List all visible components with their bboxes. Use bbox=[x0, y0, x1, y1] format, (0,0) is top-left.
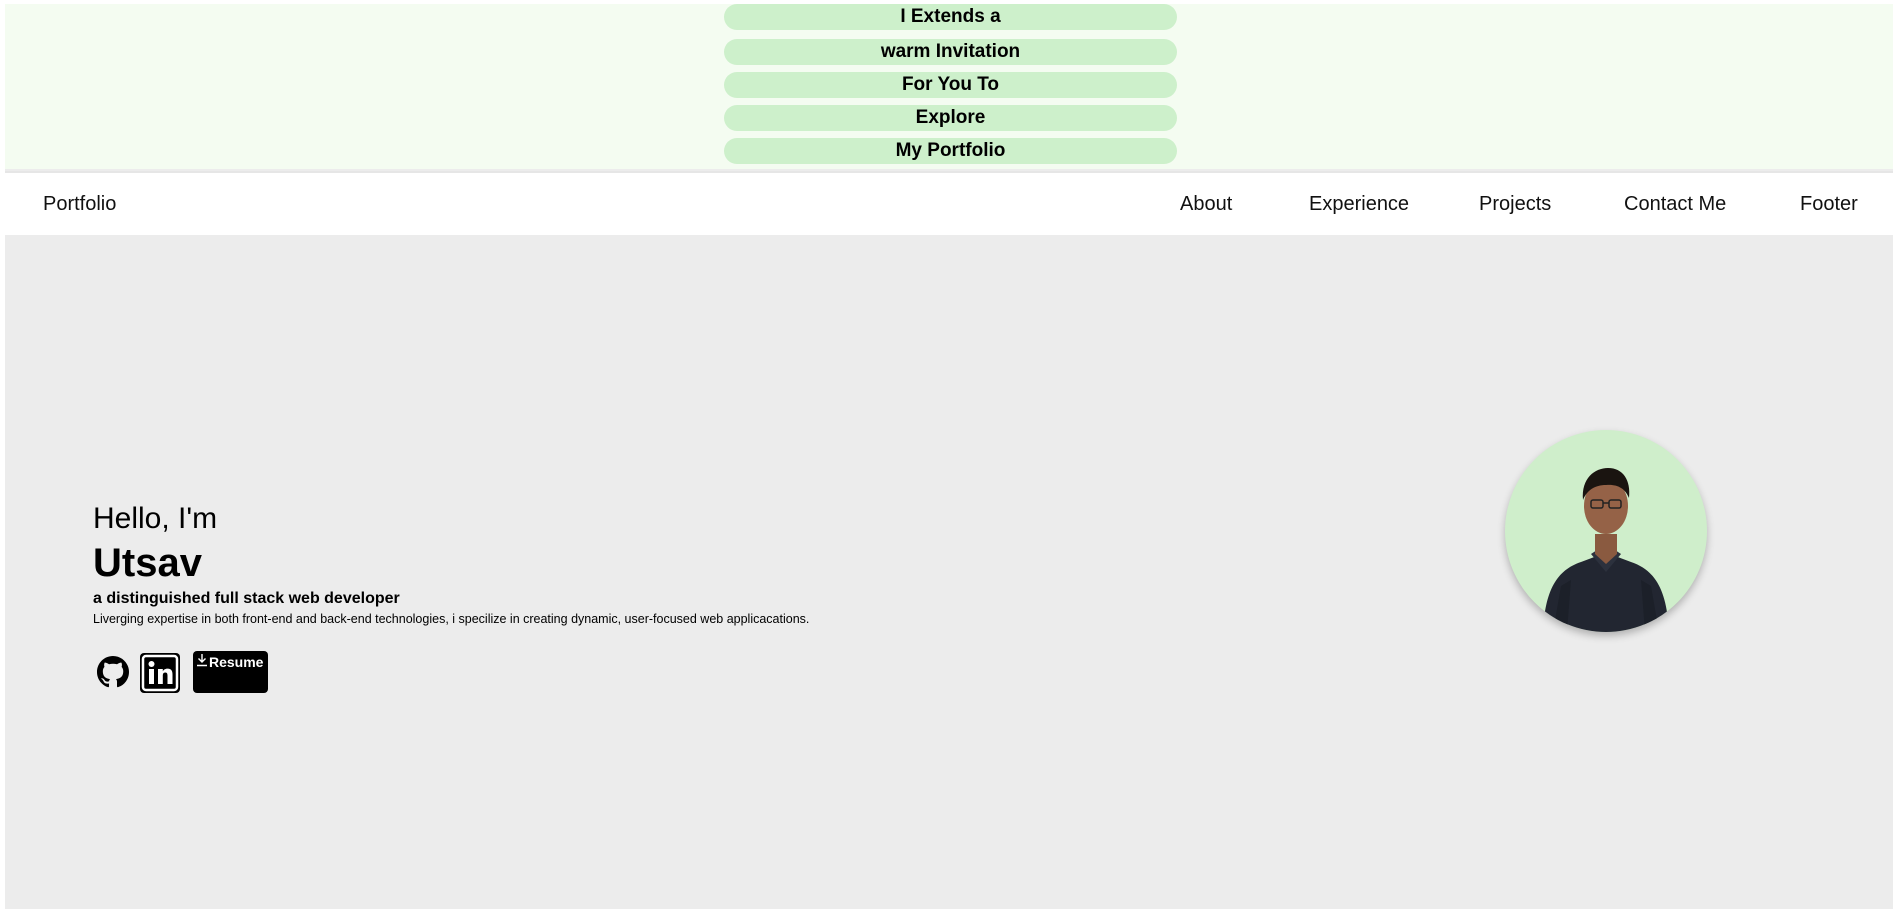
brand-logo[interactable]: Portfolio bbox=[43, 173, 116, 235]
resume-label: Resume bbox=[209, 654, 264, 670]
linkedin-icon[interactable] bbox=[140, 653, 180, 693]
resume-download-button[interactable]: Resume bbox=[193, 651, 268, 693]
nav-item-contact-me[interactable]: Contact Me bbox=[1624, 173, 1726, 235]
github-icon[interactable] bbox=[97, 656, 129, 688]
hero-greeting: Hello, I'm bbox=[93, 502, 218, 535]
navbar: Portfolio About Experience Projects Cont… bbox=[5, 171, 1893, 235]
page: I Extends a warm Invitation For You To E… bbox=[5, 4, 1893, 909]
nav-item-about[interactable]: About bbox=[1180, 173, 1232, 235]
hero-description: Liverging expertise in both front-end an… bbox=[93, 612, 810, 626]
invitation-line: warm Invitation bbox=[724, 39, 1177, 65]
nav-item-experience[interactable]: Experience bbox=[1309, 173, 1409, 235]
invitation-banner: I Extends a warm Invitation For You To E… bbox=[5, 4, 1893, 169]
hero-intro: Hello, I'm Utsav a distinguished full st… bbox=[93, 499, 809, 627]
profile-avatar bbox=[1505, 430, 1707, 632]
nav-item-footer[interactable]: Footer bbox=[1800, 173, 1858, 235]
hero-name: Utsav bbox=[93, 541, 202, 585]
download-icon bbox=[195, 653, 209, 667]
invitation-line: I Extends a bbox=[724, 4, 1177, 30]
hero-tagline: a distinguished full stack web developer bbox=[93, 590, 400, 607]
invitation-line: My Portfolio bbox=[724, 138, 1177, 164]
invitation-line: For You To bbox=[724, 72, 1177, 98]
nav-item-projects[interactable]: Projects bbox=[1479, 173, 1551, 235]
invitation-line: Explore bbox=[724, 105, 1177, 131]
